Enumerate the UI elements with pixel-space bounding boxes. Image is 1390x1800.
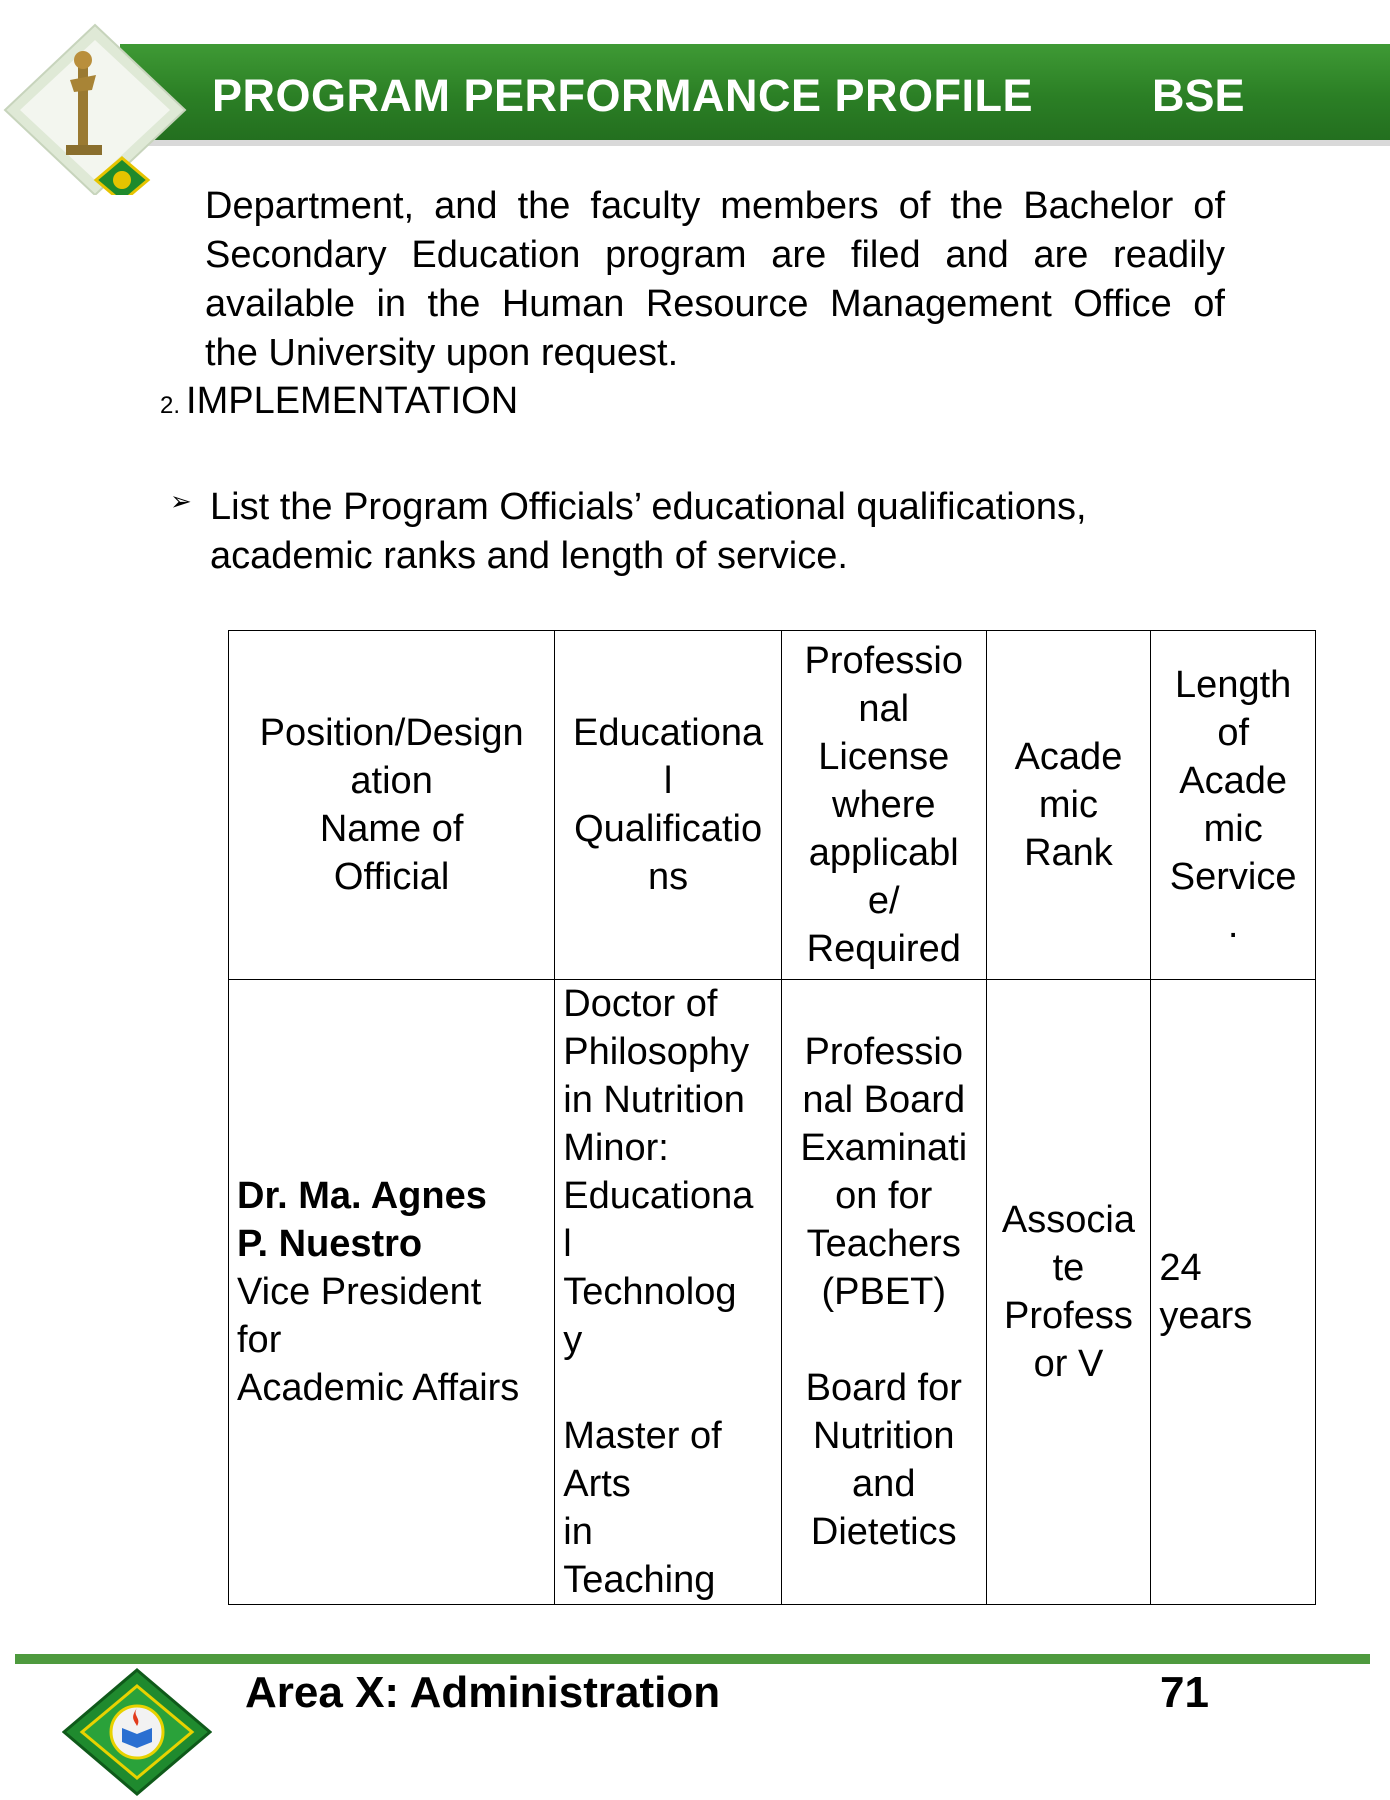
paragraph-line: Department, and the faculty members of t… (205, 185, 1225, 227)
officials-qualifications-table: Position/Design ation Name of Official E… (227, 630, 1316, 1605)
official-cell: Dr. Ma. Agnes P. Nuestro Vice President … (227, 979, 556, 1605)
page-number: 71 (1160, 1668, 1209, 1717)
paragraph-line: the University upon request. (205, 332, 679, 374)
section-title: IMPLEMENTATION (186, 380, 519, 422)
university-statue-emblem-icon (3, 23, 187, 195)
license-cell: Professio nal Board Examinati on for Tea… (780, 979, 987, 1605)
official-name: Dr. Ma. Agnes P. Nuestro (237, 1175, 487, 1265)
program-code: BSE (1152, 70, 1245, 121)
intro-paragraph: Department, and the faculty members of t… (205, 182, 1225, 378)
official-position: Vice President for Academic Affairs (237, 1271, 520, 1409)
section-heading: 2. IMPLEMENTATION (160, 380, 518, 423)
header-educational-qualifications: Educationa l Qualificatio ns (554, 630, 782, 980)
bullet-instruction: List the Program Officials’ educational … (210, 486, 1087, 577)
university-seal-icon (62, 1668, 212, 1796)
header-academic-rank: Acade mic Rank (985, 630, 1152, 980)
rank-cell: Associa te Profess or V (985, 979, 1152, 1605)
education-cell: Doctor of Philosophy in Nutrition Minor:… (554, 979, 782, 1605)
table-header-row: Position/Design ation Name of Official E… (227, 630, 1316, 980)
header-professional-license: Professio nal License where applicabl e/… (780, 630, 987, 980)
arrow-bullet-icon: ➢ (170, 486, 192, 516)
footer-area-title: Area X: Administration (245, 1668, 721, 1717)
header-position-name: Position/Design ation Name of Official (227, 630, 556, 980)
header-length-of-service: Length of Acade mic Service . (1150, 630, 1316, 980)
table-row: Dr. Ma. Agnes P. Nuestro Vice President … (227, 979, 1316, 1605)
paragraph-line: Secondary Education program are filed an… (205, 234, 1225, 276)
service-cell: 24 years (1150, 979, 1316, 1605)
section-number: 2. (160, 392, 181, 419)
footer-divider (15, 1654, 1370, 1664)
paragraph-line: available in the Human Resource Manageme… (205, 283, 1225, 325)
page-header-title: PROGRAM PERFORMANCE PROFILE (212, 70, 1034, 121)
